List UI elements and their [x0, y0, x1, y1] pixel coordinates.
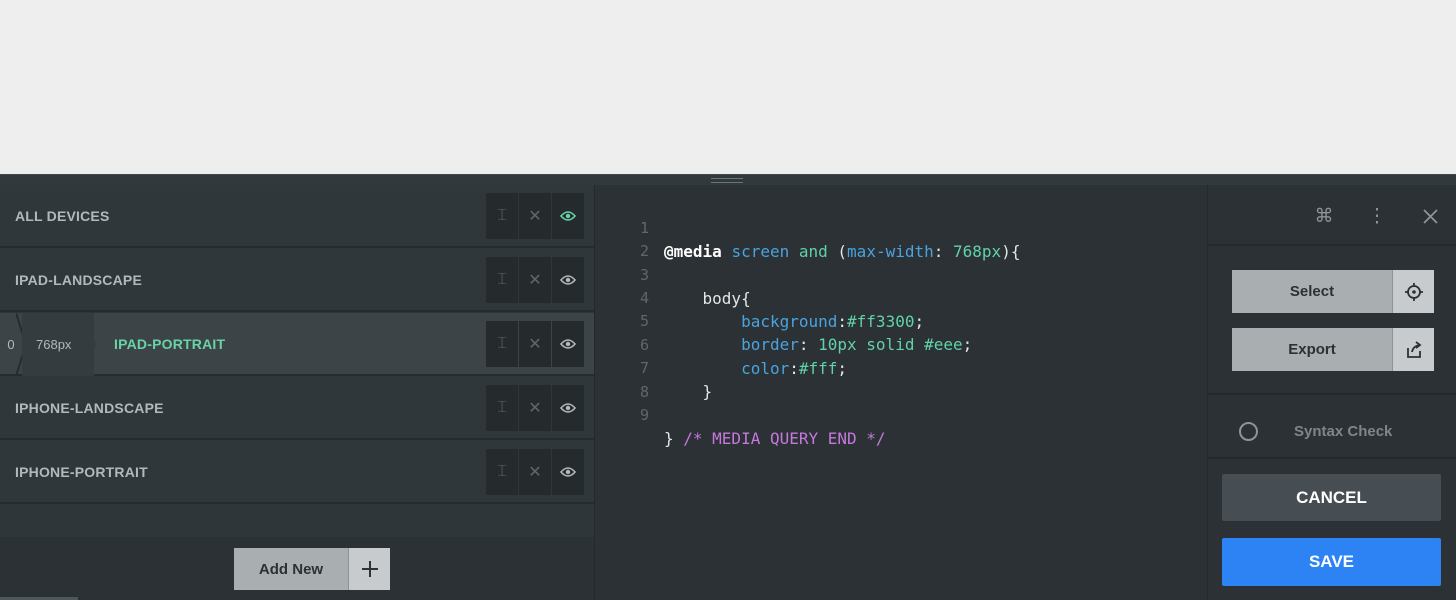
command-icon[interactable]: ⌘ [1311, 203, 1337, 229]
code-line: 4 background:#ff3300; [595, 264, 924, 331]
code-comment: /* MEDIA QUERY END */ [683, 429, 886, 448]
property: color [741, 359, 790, 378]
delete-icon[interactable]: ✕ [519, 385, 551, 431]
value: 10px solid #eee [818, 335, 963, 354]
code-line: 2 [595, 217, 653, 260]
code-line: 3 body{ [595, 241, 751, 308]
code-text: : [837, 312, 848, 331]
delete-icon[interactable]: ✕ [519, 321, 551, 367]
device-list-footer: Add New [0, 537, 594, 600]
resize-icon[interactable]: ⌶ [486, 257, 518, 303]
toolbar: ⌘ ⋮ [1208, 185, 1456, 246]
crosshair-icon[interactable] [1392, 270, 1434, 313]
device-label: IPHONE-PORTRAIT [15, 464, 148, 480]
breadcrumb-separator [84, 313, 96, 376]
resize-icon[interactable]: ⌶ [486, 449, 518, 495]
panel-resize-handle[interactable] [0, 174, 1456, 185]
plus-icon[interactable] [348, 548, 390, 590]
value: 768px [953, 242, 1002, 261]
select-button[interactable]: Select [1232, 270, 1434, 313]
keyword: screen [731, 242, 790, 261]
resize-icon[interactable]: ⌶ [486, 321, 518, 367]
eye-icon[interactable] [552, 257, 584, 303]
eye-icon[interactable] [552, 449, 584, 495]
code-text: ; [837, 359, 848, 378]
device-list: ALL DEVICES ⌶ ✕ IPAD-LANDSCAPE ⌶ ✕ 0 768… [0, 185, 594, 600]
property: max-width [847, 242, 934, 261]
device-row-actions: ⌶ ✕ [486, 193, 584, 239]
device-row-actions: ⌶ ✕ [486, 321, 584, 367]
eye-icon[interactable] [552, 321, 584, 367]
select-label[interactable]: Select [1232, 270, 1392, 313]
divider [1208, 457, 1456, 459]
code-text: : [933, 242, 954, 261]
delete-icon[interactable]: ✕ [519, 449, 551, 495]
code-text: ; [962, 335, 973, 354]
actions-sidebar: ⌘ ⋮ Select Export Syntax Check CANCEL SA… [1207, 185, 1456, 600]
save-button[interactable]: SAVE [1222, 538, 1441, 586]
code-text: ( [827, 242, 848, 261]
resize-icon[interactable]: ⌶ [486, 385, 518, 431]
selector: } [664, 382, 713, 401]
code-text: } [664, 429, 684, 448]
device-label: ALL DEVICES [15, 208, 110, 224]
device-row-actions: ⌶ ✕ [486, 257, 584, 303]
code-line: 7 } [595, 334, 712, 401]
device-row-ipad-portrait[interactable]: 0 768px IPAD-PORTRAIT ⌶ ✕ [0, 313, 594, 376]
export-label[interactable]: Export [1232, 328, 1392, 371]
keyword: and [798, 242, 828, 261]
code-line: 5 border: 10px solid #eee; [595, 287, 972, 354]
delete-icon[interactable]: ✕ [519, 257, 551, 303]
eye-icon[interactable] [552, 193, 584, 239]
eye-icon[interactable] [552, 385, 584, 431]
value: #ff3300 [847, 312, 915, 331]
share-icon[interactable] [1392, 328, 1434, 371]
code-text: : [798, 335, 819, 354]
code-line: 9 } /* MEDIA QUERY END */ [595, 381, 886, 448]
device-row-iphone-landscape[interactable]: IPHONE-LANDSCAPE ⌶ ✕ [0, 377, 594, 440]
line-number: 9 [639, 406, 649, 424]
code-line: 6 color:#fff; [595, 311, 847, 378]
device-label: IPAD-LANDSCAPE [15, 272, 142, 288]
grip-icon[interactable] [711, 178, 743, 183]
syntax-check-radio[interactable] [1239, 422, 1258, 441]
device-label: IPAD-PORTRAIT [114, 336, 226, 352]
code-editor[interactable]: 1 @media screen and (max-width: 768px){ … [594, 185, 1207, 600]
code-text: ){ [1001, 242, 1021, 261]
value: #fff [798, 359, 838, 378]
export-button[interactable]: Export [1232, 328, 1434, 371]
selector: body{ [664, 289, 751, 308]
add-new-label[interactable]: Add New [234, 548, 348, 590]
close-icon[interactable] [1417, 203, 1443, 229]
device-row-ipad-landscape[interactable]: IPAD-LANDSCAPE ⌶ ✕ [0, 249, 594, 312]
cancel-button[interactable]: CANCEL [1222, 474, 1441, 521]
device-row-actions: ⌶ ✕ [486, 449, 584, 495]
divider [1208, 393, 1456, 395]
more-vertical-icon[interactable]: ⋮ [1364, 203, 1390, 229]
property: border [741, 335, 799, 354]
at-rule: @media [664, 242, 722, 261]
device-row-all-devices[interactable]: ALL DEVICES ⌶ ✕ [0, 185, 594, 248]
code-text: : [789, 359, 799, 378]
page-preview-area [0, 0, 1456, 174]
add-new-button[interactable]: Add New [234, 548, 390, 590]
code-line: 8 [595, 358, 653, 401]
syntax-check-label[interactable]: Syntax Check [1294, 423, 1392, 440]
delete-icon[interactable]: ✕ [519, 193, 551, 239]
property: background [741, 312, 838, 331]
code-line: 1 @media screen and (max-width: 768px){ [595, 194, 1020, 261]
device-label: IPHONE-LANDSCAPE [15, 400, 164, 416]
css-editor-panel: ALL DEVICES ⌶ ✕ IPAD-LANDSCAPE ⌶ ✕ 0 768… [0, 174, 1456, 600]
code-text: ; [914, 312, 925, 331]
device-row-iphone-portrait[interactable]: IPHONE-PORTRAIT ⌶ ✕ [0, 441, 594, 504]
device-row-actions: ⌶ ✕ [486, 385, 584, 431]
resize-icon[interactable]: ⌶ [486, 193, 518, 239]
